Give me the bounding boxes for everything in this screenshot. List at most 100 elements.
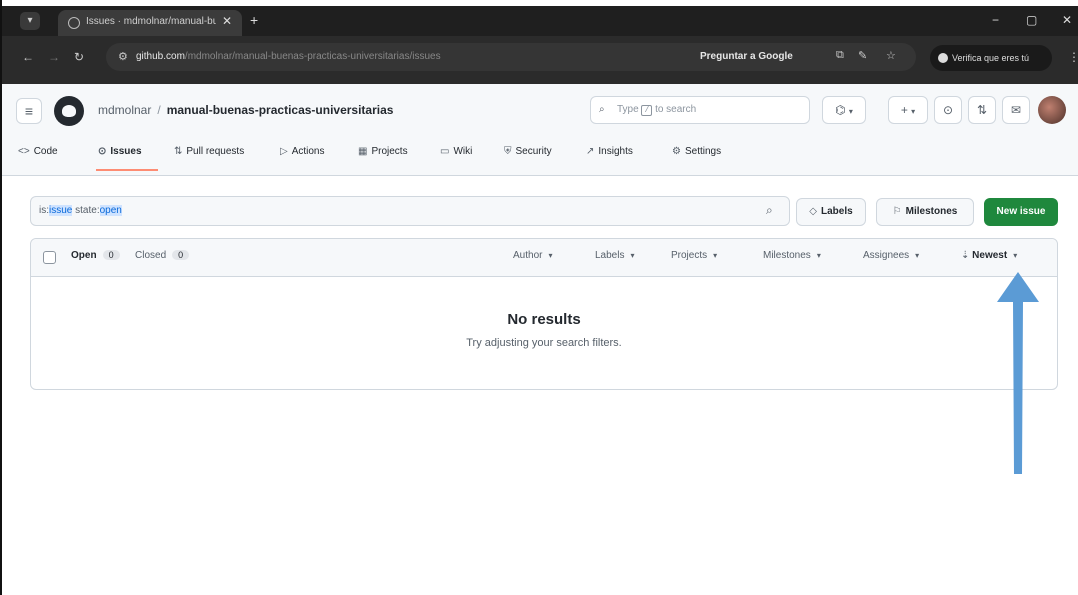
- back-button[interactable]: ←: [22, 50, 34, 64]
- avatar[interactable]: [1038, 96, 1066, 124]
- copilot-icon: ⌬: [835, 103, 846, 117]
- star-icon[interactable]: ☆: [886, 49, 896, 62]
- browser-tab-bar: ▾ Issues · mdmolnar/manual-bu... ✕ + − ▢…: [2, 6, 1078, 36]
- empty-state-subtitle: Try adjusting your search filters.: [466, 337, 622, 349]
- tag-icon: ◇: [809, 206, 817, 217]
- tab-label: Settings: [684, 146, 722, 157]
- profile-icon: [938, 53, 948, 63]
- tab-issues[interactable]: ⊙ Issues: [98, 146, 142, 157]
- tab-search-menu-icon[interactable]: ▾: [20, 12, 40, 30]
- tab-wiki[interactable]: ▭ Wiki: [440, 146, 472, 157]
- tab-label: Projects: [371, 146, 408, 157]
- open-label: Open: [71, 250, 97, 261]
- filter-open: open: [99, 205, 122, 216]
- filter-issue: issue: [49, 205, 73, 216]
- tab-pull-requests[interactable]: ⇅ Pull requests: [174, 146, 244, 157]
- site-info-icon[interactable]: ⚙: [118, 50, 128, 63]
- github-header: ≡ mdmolnar / manual-buenas-practicas-unive…: [2, 84, 1078, 176]
- maximize-window-button[interactable]: ▢: [1026, 13, 1037, 27]
- sort-dropdown[interactable]: ⇣ Newest ▾: [961, 250, 1017, 261]
- chevron-down-icon: ▾: [713, 251, 718, 260]
- filter-search-icon[interactable]: ⌕: [766, 203, 773, 218]
- git-pull-request-icon: ⇅: [976, 103, 988, 117]
- breadcrumb: mdmolnar / manual-buenas-practicas-univers…: [98, 103, 393, 117]
- screenshot-frame: ▾ Issues · mdmolnar/manual-bu... ✕ + − ▢…: [0, 0, 1078, 595]
- forward-button[interactable]: →: [48, 50, 60, 64]
- browser-toolbar: ← → ↻ ⚙ github.com/mdmolnar/manual-buena…: [2, 36, 1078, 84]
- git-pull-request-icon: ⇅: [174, 146, 183, 157]
- verify-profile-chip[interactable]: Verifica que eres tú: [930, 45, 1052, 71]
- open-issues-tab[interactable]: Open 0: [71, 250, 120, 261]
- breadcrumb-separator: /: [157, 103, 161, 117]
- github-favicon-icon: [68, 17, 80, 29]
- create-new-button[interactable]: + ▾: [888, 96, 928, 124]
- milestone-icon: ⚐: [892, 206, 902, 217]
- github-search-input[interactable]: ⌕ Type / to search: [590, 96, 810, 124]
- annotation-arrow: [997, 272, 1039, 474]
- annotation-arrow-shape: [997, 272, 1039, 474]
- issues-list: Open 0 Closed 0 Author ▾ Labels ▾ Projects ▾ …: [30, 238, 1058, 390]
- play-icon: ▷: [280, 146, 288, 157]
- chevron-down-icon: ▾: [816, 251, 821, 260]
- ask-google-chip[interactable]: Preguntar a Google: [700, 51, 793, 62]
- repo-owner-link[interactable]: mdmolnar: [98, 103, 151, 117]
- labels-button-label: Labels: [821, 206, 853, 217]
- tab-label: Insights: [598, 146, 633, 157]
- lens-icon[interactable]: ⧉: [836, 49, 844, 62]
- translate-icon[interactable]: ✎: [858, 49, 867, 62]
- issues-filter-input[interactable]: is:issue state:open: [30, 196, 790, 226]
- tab-actions[interactable]: ▷ Actions: [280, 146, 325, 157]
- filter-query: is:issue state:open: [39, 205, 122, 216]
- kebab-icon[interactable]: ⋮: [1068, 50, 1078, 64]
- sort-icon: ⇣: [961, 250, 973, 261]
- github-logo-icon[interactable]: [54, 96, 84, 126]
- minimize-window-button[interactable]: −: [992, 13, 999, 27]
- tab-settings[interactable]: ⚙ Settings: [672, 146, 721, 157]
- author-filter-dropdown[interactable]: Author ▾: [513, 250, 552, 261]
- milestones-button[interactable]: ⚐ Milestones: [876, 198, 974, 226]
- select-all-checkbox[interactable]: [43, 251, 56, 264]
- tab-security[interactable]: ⛨ Security: [504, 146, 552, 157]
- projects-filter-dropdown[interactable]: Projects ▾: [671, 250, 717, 261]
- tab-close-icon[interactable]: ✕: [222, 14, 232, 28]
- new-issue-button[interactable]: New issue: [984, 198, 1058, 226]
- tab-label: Actions: [291, 146, 325, 157]
- browser-tab-issues[interactable]: Issues · mdmolnar/manual-bu... ✕: [58, 10, 242, 36]
- pull-requests-shortcut-button[interactable]: ⇅: [968, 96, 996, 124]
- copilot-button[interactable]: ⌬ ▾: [822, 96, 866, 124]
- inbox-button[interactable]: ✉: [1002, 96, 1030, 124]
- tab-label: Security: [515, 146, 552, 157]
- tab-insights[interactable]: ↗ Insights: [586, 146, 633, 157]
- chevron-down-icon: ▾: [1013, 251, 1018, 260]
- chevron-down-icon: ▾: [630, 251, 635, 260]
- filter-label: Labels: [595, 250, 625, 261]
- address-url: github.com/mdmolnar/manual-buenas-practi…: [136, 51, 441, 62]
- close-window-button[interactable]: ✕: [1062, 13, 1072, 27]
- open-count-badge: 0: [102, 250, 120, 260]
- assignees-filter-dropdown[interactable]: Assignees ▾: [863, 250, 919, 261]
- hamburger-menu-icon[interactable]: ≡: [16, 98, 42, 124]
- issues-shortcut-button[interactable]: ⊙: [934, 96, 962, 124]
- chevron-down-icon: ▾: [915, 251, 920, 260]
- table-icon: ▦: [358, 146, 368, 157]
- plus-icon: +: [900, 103, 908, 117]
- verify-label: Verifica que eres tú: [952, 53, 1030, 63]
- shield-icon: ⛨: [504, 146, 512, 157]
- reload-button[interactable]: ↻: [74, 50, 84, 64]
- new-tab-button[interactable]: +: [250, 12, 258, 28]
- filter-state: state:: [72, 205, 100, 216]
- search-prefix: Type: [617, 104, 639, 115]
- milestones-filter-dropdown[interactable]: Milestones ▾: [763, 250, 821, 261]
- tab-code[interactable]: <> Code: [18, 146, 58, 157]
- closed-issues-tab[interactable]: Closed 0: [135, 250, 190, 261]
- tab-projects[interactable]: ▦ Projects: [358, 146, 408, 157]
- repo-name-link[interactable]: manual-buenas-practicas-universitarias: [167, 103, 394, 117]
- address-bar[interactable]: ⚙ github.com/mdmolnar/manual-buenas-prac…: [106, 43, 916, 71]
- graph-icon: ↗: [586, 146, 595, 157]
- labels-filter-dropdown[interactable]: Labels ▾: [595, 250, 634, 261]
- tab-label: Issues: [110, 146, 142, 157]
- filter-label: Assignees: [863, 250, 910, 261]
- chevron-down-icon: ▾: [548, 251, 553, 260]
- tab-label: Code: [33, 146, 58, 157]
- labels-button[interactable]: ◇ Labels: [796, 198, 866, 226]
